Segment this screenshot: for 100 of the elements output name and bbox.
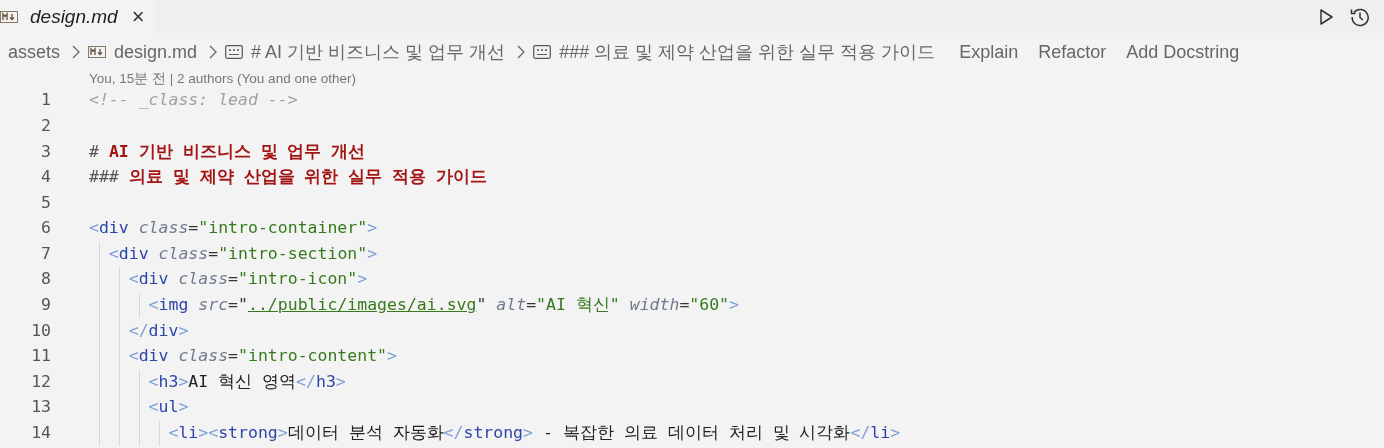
attribute-name: class xyxy=(157,244,209,264)
attribute-name: class xyxy=(177,347,229,367)
tag-bracket: > xyxy=(729,296,739,316)
code-punctuation: = xyxy=(228,347,239,367)
heading-marker: ### xyxy=(89,168,120,188)
tab-label: design.md xyxy=(30,5,118,28)
string-value: "AI 혁신" xyxy=(536,296,620,316)
tag-name: strong xyxy=(218,424,278,443)
breadcrumb-item[interactable]: design.md xyxy=(114,41,198,63)
close-button[interactable]: × xyxy=(131,3,145,30)
markdown-icon xyxy=(88,46,107,58)
text-symbol-icon xyxy=(533,45,552,59)
breadcrumb-item[interactable]: # AI 기반 비즈니스 및 업무 개선 xyxy=(251,40,506,64)
line-number: 13 xyxy=(30,398,51,418)
line-number: 5 xyxy=(40,193,51,213)
history-icon[interactable] xyxy=(1350,6,1370,27)
tag-bracket: > xyxy=(357,270,368,290)
code-punctuation: = xyxy=(208,244,219,264)
tag-name: div xyxy=(148,321,179,341)
tag-name: img xyxy=(158,296,189,316)
line-number: 2 xyxy=(40,116,51,136)
heading-text: AI 기반 비즈니스 및 업무 개선 xyxy=(108,142,366,162)
string-value: "intro-container" xyxy=(198,219,368,239)
blame-annotation[interactable]: You, 15분 전 | 2 authors (You and one other) xyxy=(89,71,356,86)
code-punctuation: = xyxy=(679,296,690,316)
tag-bracket: > xyxy=(387,347,397,367)
tag-bracket: </ xyxy=(443,424,464,443)
tag-bracket: > xyxy=(367,219,378,239)
tag-bracket: </ xyxy=(296,372,316,392)
line-number: 10 xyxy=(30,321,51,341)
line-number: 4 xyxy=(40,168,51,188)
breadcrumb-item[interactable]: ### 의료 및 제약 산업을 위한 실무 적용 가이드 xyxy=(559,40,936,64)
tag-bracket: < xyxy=(127,347,139,367)
code-action-link[interactable]: Refactor xyxy=(1038,41,1107,63)
tag-name: div xyxy=(98,219,129,239)
attribute-name: src xyxy=(197,296,229,316)
tag-name: div xyxy=(118,244,149,264)
tag-bracket: < xyxy=(147,398,159,418)
tag-name: li xyxy=(178,424,199,443)
code-punctuation: = xyxy=(526,296,537,316)
string-value: "intro-icon" xyxy=(238,270,358,290)
attribute-name: class xyxy=(137,219,189,239)
tag-bracket: > xyxy=(523,424,533,443)
string-value: "intro-content" xyxy=(238,347,388,367)
chevron-icon xyxy=(72,45,81,59)
tag-bracket: > xyxy=(367,244,378,264)
attribute-name: alt xyxy=(495,296,527,316)
tag-name: li xyxy=(870,424,891,443)
line-number: 3 xyxy=(40,142,51,162)
tag-bracket: < xyxy=(127,270,139,290)
tag-bracket: < xyxy=(167,424,179,443)
tag-bracket: < xyxy=(147,372,159,392)
line-number: 14 xyxy=(30,424,51,443)
attribute-name: class xyxy=(177,270,229,290)
tag-bracket: < xyxy=(89,219,99,239)
chevron-icon xyxy=(517,45,526,59)
attribute-name: width xyxy=(628,296,680,316)
tag-bracket: > xyxy=(178,398,189,418)
line-number: 7 xyxy=(40,244,51,264)
tag-bracket: </ xyxy=(127,321,149,341)
line-number: 1 xyxy=(40,91,51,111)
code-punctuation: =" xyxy=(228,296,248,316)
tag-name: div xyxy=(138,270,169,290)
editor-tab[interactable]: design.md × xyxy=(0,0,155,33)
tag-name: div xyxy=(138,347,169,367)
code-action-link[interactable]: Explain xyxy=(959,41,1019,63)
tag-bracket: > xyxy=(178,372,189,392)
string-value: "60" xyxy=(689,296,730,316)
code-punctuation: = xyxy=(228,270,239,290)
code-comment: <!-- _class: lead --> xyxy=(89,91,298,111)
tag-name: h3 xyxy=(316,372,336,392)
breadcrumb-item[interactable]: assets xyxy=(8,41,61,63)
tag-bracket: > xyxy=(277,424,288,443)
line-number: 11 xyxy=(30,347,51,367)
tag-bracket: >< xyxy=(198,424,219,443)
tag-name: strong xyxy=(463,424,524,443)
code-text: AI 혁신 영역 xyxy=(188,372,297,392)
code-punctuation: " xyxy=(476,296,487,316)
line-number: 12 xyxy=(30,372,51,392)
line-number: 9 xyxy=(40,296,51,316)
tag-bracket: < xyxy=(147,296,159,316)
tag-bracket: > xyxy=(890,424,901,443)
heading-text: 의료 및 제약 산업을 위한 실무 적용 가이드 xyxy=(128,168,488,188)
string-value: "intro-section" xyxy=(218,244,368,264)
tag-name: ul xyxy=(158,398,179,418)
chevron-icon xyxy=(209,45,218,59)
code-text: 데이터 분석 자동화 xyxy=(287,424,444,443)
tag-bracket: > xyxy=(335,372,346,392)
tag-bracket: </ xyxy=(850,424,871,443)
line-number: 8 xyxy=(40,270,51,290)
tag-name: h3 xyxy=(158,372,179,392)
tag-bracket: > xyxy=(178,321,189,341)
tag-bracket: < xyxy=(107,244,119,264)
code-punctuation: = xyxy=(188,219,199,239)
line-number: 6 xyxy=(40,219,51,239)
code-text: - 복잡한 의료 데이터 처리 및 시각화 xyxy=(541,424,851,443)
markdown-icon xyxy=(0,10,18,23)
code-action-link[interactable]: Add Docstring xyxy=(1126,41,1240,63)
heading-marker: # xyxy=(89,142,100,162)
text-symbol-icon xyxy=(225,45,244,59)
